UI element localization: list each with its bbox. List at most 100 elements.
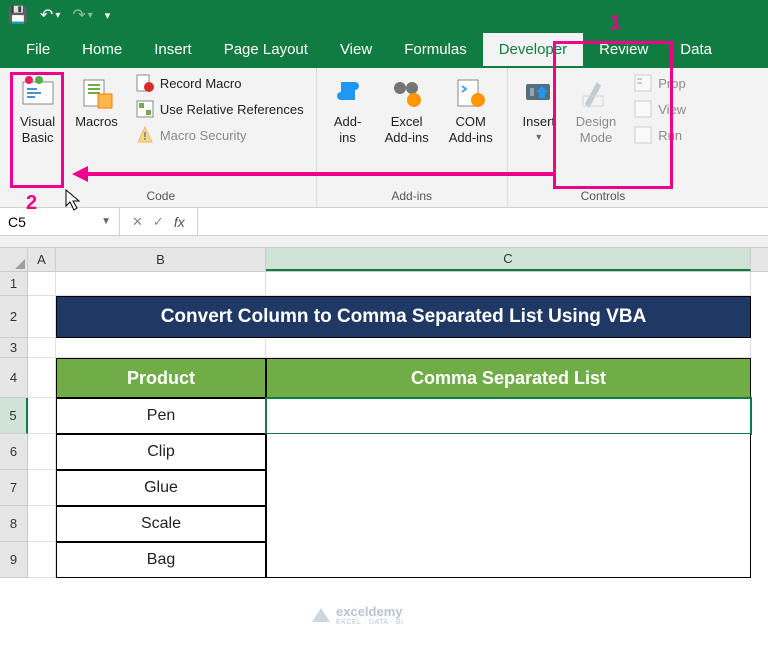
cell-A5[interactable] xyxy=(28,398,56,434)
cell-A3[interactable] xyxy=(28,338,56,358)
tab-data[interactable]: Data xyxy=(664,33,728,66)
chevron-down-icon[interactable]: ▼ xyxy=(101,216,111,227)
addins-icon xyxy=(331,76,365,110)
tab-pagelayout[interactable]: Page Layout xyxy=(208,33,324,66)
cell-B5[interactable]: Pen xyxy=(56,398,266,434)
cancel-formula-icon: ✕ xyxy=(132,214,143,230)
annotation-1: 1 xyxy=(610,12,621,35)
cell-C5[interactable] xyxy=(266,398,751,434)
insert-control-label: Insert xyxy=(523,114,556,130)
run-dialog-icon xyxy=(634,126,652,144)
record-macro-icon xyxy=(136,74,154,92)
select-all-corner[interactable] xyxy=(0,248,28,271)
fx-icon[interactable]: fx xyxy=(174,214,185,230)
row-header-9[interactable]: 9 xyxy=(0,542,28,578)
name-box[interactable]: C5 ▼ xyxy=(0,208,120,235)
undo-icon: ↶ xyxy=(40,5,53,25)
tab-review[interactable]: Review xyxy=(583,33,664,66)
ribbon-group-code: Visual Basic Macros Record Macro Use Rel… xyxy=(0,68,317,207)
cell-B7[interactable]: Glue xyxy=(56,470,266,506)
tab-formulas[interactable]: Formulas xyxy=(388,33,483,66)
run-dialog-button[interactable]: Run xyxy=(630,124,690,146)
ribbon-group-controls: Insert ▾ Design Mode Prop View Run xyxy=(508,68,698,207)
com-addins-icon xyxy=(454,76,488,110)
row-header-6[interactable]: 6 xyxy=(0,434,28,470)
formula-bar-input[interactable] xyxy=(197,208,768,235)
visual-basic-label: Visual Basic xyxy=(20,114,55,146)
cell-A4[interactable] xyxy=(28,358,56,398)
cell-A9[interactable] xyxy=(28,542,56,578)
row-header-8[interactable]: 8 xyxy=(0,506,28,542)
row-header-4[interactable]: 4 xyxy=(0,358,28,398)
cell-C7[interactable] xyxy=(266,470,751,506)
watermark: exceldemy EXCEL · DATA · BI xyxy=(312,604,404,626)
view-code-icon xyxy=(634,100,652,118)
cell-A8[interactable] xyxy=(28,506,56,542)
header-product[interactable]: Product xyxy=(56,358,266,398)
addins-label: Add- ins xyxy=(334,114,361,146)
cell-C8[interactable] xyxy=(266,506,751,542)
cell-C1[interactable] xyxy=(266,272,751,296)
group-label-code: Code xyxy=(146,187,175,205)
tab-file[interactable]: File xyxy=(10,33,66,66)
formula-bar-row: C5 ▼ ✕ ✓ fx xyxy=(0,208,768,236)
sheet-title[interactable]: Convert Column to Comma Separated List U… xyxy=(56,296,751,338)
tab-developer[interactable]: Developer xyxy=(483,33,583,66)
design-mode-button[interactable]: Design Mode xyxy=(570,72,622,150)
design-mode-label: Design Mode xyxy=(576,114,616,146)
row-header-5[interactable]: 5 xyxy=(0,398,28,434)
cursor-icon xyxy=(64,188,84,212)
com-addins-label: COM Add-ins xyxy=(449,114,493,146)
macro-security-button[interactable]: Macro Security xyxy=(132,124,308,146)
cell-B8[interactable]: Scale xyxy=(56,506,266,542)
col-header-B[interactable]: B xyxy=(56,248,266,271)
visual-basic-icon xyxy=(21,76,55,110)
redo-icon: ↷ xyxy=(72,5,85,25)
col-header-C[interactable]: C xyxy=(266,248,751,271)
properties-icon xyxy=(634,74,652,92)
row-header-3[interactable]: 3 xyxy=(0,338,28,358)
relative-refs-button[interactable]: Use Relative References xyxy=(132,98,308,120)
insert-control-button[interactable]: Insert ▾ xyxy=(516,72,562,150)
record-macro-label: Record Macro xyxy=(160,76,242,91)
macros-button[interactable]: Macros xyxy=(69,72,124,134)
cell-B6[interactable]: Clip xyxy=(56,434,266,470)
cell-B1[interactable] xyxy=(56,272,266,296)
cell-A1[interactable] xyxy=(28,272,56,296)
save-icon[interactable]: 💾 xyxy=(8,5,28,25)
header-csvlist[interactable]: Comma Separated List xyxy=(266,358,751,398)
tab-insert[interactable]: Insert xyxy=(138,33,208,66)
annotation-arrow xyxy=(88,172,554,176)
view-code-label: View xyxy=(658,102,686,117)
com-addins-button[interactable]: COM Add-ins xyxy=(443,72,499,150)
excel-addins-label: Excel Add-ins xyxy=(385,114,429,146)
cell-A6[interactable] xyxy=(28,434,56,470)
addins-button[interactable]: Add- ins xyxy=(325,72,371,150)
cell-B3[interactable] xyxy=(56,338,266,358)
properties-button[interactable]: Prop xyxy=(630,72,690,94)
row-header-1[interactable]: 1 xyxy=(0,272,28,296)
undo-button[interactable]: ↶▾ xyxy=(40,5,60,25)
tab-home[interactable]: Home xyxy=(66,33,138,66)
cell-C3[interactable] xyxy=(266,338,751,358)
excel-addins-button[interactable]: Excel Add-ins xyxy=(379,72,435,150)
cell-C9[interactable] xyxy=(266,542,751,578)
relative-refs-icon xyxy=(136,100,154,118)
row-header-2[interactable]: 2 xyxy=(0,296,28,338)
row-header-7[interactable]: 7 xyxy=(0,470,28,506)
cell-A7[interactable] xyxy=(28,470,56,506)
macros-icon xyxy=(80,76,114,110)
group-label-controls: Controls xyxy=(581,187,626,205)
record-macro-button[interactable]: Record Macro xyxy=(132,72,308,94)
visual-basic-button[interactable]: Visual Basic xyxy=(14,72,61,150)
relative-refs-label: Use Relative References xyxy=(160,102,304,117)
annotation-arrow-head xyxy=(72,166,88,182)
macro-security-icon xyxy=(136,126,154,144)
cell-B9[interactable]: Bag xyxy=(56,542,266,578)
cell-A2[interactable] xyxy=(28,296,56,338)
cell-C6[interactable] xyxy=(266,434,751,470)
col-header-A[interactable]: A xyxy=(28,248,56,271)
tab-view[interactable]: View xyxy=(324,33,388,66)
view-code-button[interactable]: View xyxy=(630,98,690,120)
qat-customize[interactable]: ▾ xyxy=(105,9,111,22)
